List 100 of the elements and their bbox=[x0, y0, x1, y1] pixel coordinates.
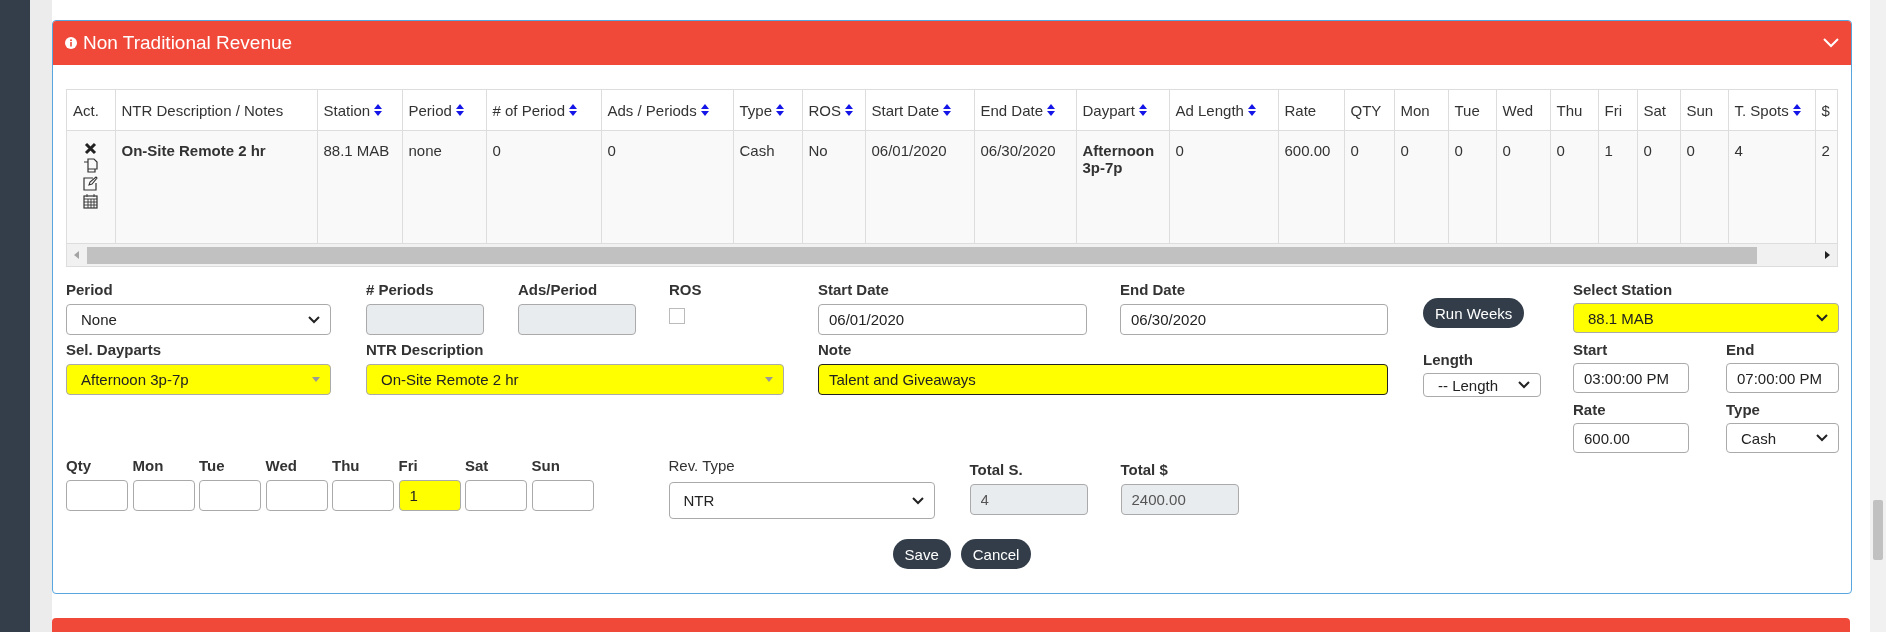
panel-header[interactable]: Non Traditional Revenue bbox=[53, 21, 1851, 65]
column-header: End Date bbox=[980, 101, 1044, 119]
column-header: NTR Description / Notes bbox=[121, 101, 284, 119]
dropdown[interactable]: Afternoon 3p-7p bbox=[66, 364, 331, 395]
table-cell: 600.00 bbox=[1284, 142, 1331, 159]
table-cell: 88.1 MAB bbox=[323, 142, 390, 159]
table-cell: 0 bbox=[1643, 142, 1652, 159]
chevron-down-icon bbox=[1518, 381, 1530, 389]
field-label: Period bbox=[66, 281, 114, 299]
field-label: Qty bbox=[66, 457, 92, 475]
dropdown[interactable]: Cash bbox=[1726, 423, 1839, 453]
column-header: Period bbox=[408, 101, 452, 119]
table-cell: 0 bbox=[1454, 142, 1463, 159]
column-header: Tue bbox=[1454, 101, 1480, 119]
info-icon bbox=[65, 37, 77, 49]
input-field[interactable] bbox=[265, 480, 328, 511]
input-field[interactable]: 600.00 bbox=[1573, 423, 1689, 453]
table-cell: none bbox=[408, 142, 442, 159]
field-label: Total $ bbox=[1120, 461, 1169, 479]
field-label: Start bbox=[1573, 341, 1609, 359]
input-field[interactable]: 06/30/2020 bbox=[1120, 304, 1388, 335]
checkbox[interactable] bbox=[669, 308, 685, 324]
table-cell: 06/01/2020 bbox=[871, 142, 947, 159]
column-header: Act. bbox=[73, 101, 99, 119]
table-cell: 0 bbox=[492, 142, 501, 159]
table-cell: 06/30/2020 bbox=[980, 142, 1056, 159]
input-field[interactable]: 07:00:00 PM bbox=[1726, 363, 1839, 393]
panel-title: Non Traditional Revenue bbox=[83, 32, 293, 54]
column-header: Type bbox=[739, 101, 773, 119]
input-field[interactable] bbox=[199, 480, 261, 511]
table-cell: 0 bbox=[1350, 142, 1359, 159]
table-cell: 0 bbox=[1686, 142, 1695, 159]
dropdown[interactable]: On-Site Remote 2 hr bbox=[366, 364, 784, 395]
input-field[interactable] bbox=[132, 480, 195, 511]
chevron-down-icon[interactable] bbox=[1823, 38, 1839, 48]
field-label: Note bbox=[818, 341, 853, 359]
table-cell: 0 bbox=[1175, 142, 1184, 159]
field-label: End Date bbox=[1120, 281, 1186, 299]
sort-icon[interactable] bbox=[455, 104, 464, 116]
form-button[interactable]: Save bbox=[892, 539, 951, 569]
column-header: Thu bbox=[1556, 101, 1583, 119]
column-header: ROS bbox=[808, 101, 841, 119]
input-field[interactable]: 03:00:00 PM bbox=[1573, 363, 1689, 393]
form-button[interactable]: Cancel bbox=[960, 539, 1032, 569]
dropdown[interactable]: 88.1 MAB bbox=[1573, 303, 1839, 333]
field-label: Fri bbox=[398, 457, 419, 475]
column-header: Sun bbox=[1686, 101, 1714, 119]
field-label: # Periods bbox=[366, 281, 435, 299]
table-cell: 0 bbox=[1400, 142, 1409, 159]
sort-icon[interactable] bbox=[1139, 104, 1148, 116]
table-cell: 0 bbox=[1502, 142, 1511, 159]
delete-icon[interactable] bbox=[84, 142, 98, 155]
edit-icon[interactable] bbox=[83, 176, 99, 191]
table-cell: No bbox=[808, 142, 828, 159]
input-field[interactable]: 06/01/2020 bbox=[818, 304, 1087, 335]
column-header: Station bbox=[323, 101, 371, 119]
sort-icon[interactable] bbox=[700, 104, 709, 116]
column-header: Daypart bbox=[1082, 101, 1136, 119]
column-header: QTY bbox=[1350, 101, 1382, 119]
table-cell: Cash bbox=[739, 142, 775, 159]
input-field[interactable] bbox=[531, 480, 594, 511]
sort-icon[interactable] bbox=[569, 104, 578, 116]
run-weeks-button[interactable]: Run Weeks bbox=[1423, 298, 1525, 328]
field-label: Select Station bbox=[1573, 281, 1674, 299]
copy-icon[interactable] bbox=[83, 158, 99, 173]
sort-icon[interactable] bbox=[943, 104, 952, 116]
input-field[interactable] bbox=[66, 480, 128, 511]
field-label: Start Date bbox=[818, 281, 890, 299]
sort-icon[interactable] bbox=[374, 104, 383, 116]
column-header: Rate bbox=[1284, 101, 1317, 119]
field-label: Sat bbox=[465, 457, 490, 475]
dropdown[interactable]: NTR bbox=[668, 482, 935, 519]
dropdown[interactable]: None bbox=[66, 304, 331, 335]
caret-icon bbox=[312, 377, 320, 382]
input-field[interactable]: Talent and Giveaways bbox=[818, 364, 1388, 395]
input-field[interactable]: 1 bbox=[398, 480, 461, 511]
input-field[interactable] bbox=[465, 480, 527, 511]
sort-icon[interactable] bbox=[845, 104, 853, 116]
table-cell: Afternoon 3p-7p bbox=[1082, 142, 1155, 176]
column-header: Mon bbox=[1400, 101, 1430, 119]
chevron-down-icon bbox=[308, 315, 320, 324]
horizontal-scrollbar[interactable] bbox=[67, 243, 1837, 266]
table-cell: 1 bbox=[1604, 142, 1613, 159]
sort-icon[interactable] bbox=[1047, 104, 1056, 116]
chevron-down-icon bbox=[1816, 314, 1828, 323]
table-cell: 4 bbox=[1734, 142, 1743, 159]
field-label: Tue bbox=[199, 457, 226, 475]
sort-icon[interactable] bbox=[1792, 104, 1801, 116]
input-field[interactable] bbox=[332, 480, 394, 511]
field-label: Rate bbox=[1573, 401, 1607, 419]
dropdown[interactable]: -- Length bbox=[1423, 373, 1541, 397]
field-label: Rev. Type bbox=[668, 457, 736, 475]
calendar-icon[interactable] bbox=[83, 194, 99, 209]
sort-icon[interactable] bbox=[1247, 104, 1256, 116]
vertical-scrollbar[interactable] bbox=[1870, 0, 1886, 632]
table-cell: On-Site Remote 2 hr bbox=[121, 142, 266, 159]
column-header: # of Period bbox=[492, 101, 566, 119]
column-header: T. Spots bbox=[1734, 101, 1789, 119]
table-cell: 0 bbox=[1556, 142, 1565, 159]
sort-icon[interactable] bbox=[776, 104, 785, 116]
